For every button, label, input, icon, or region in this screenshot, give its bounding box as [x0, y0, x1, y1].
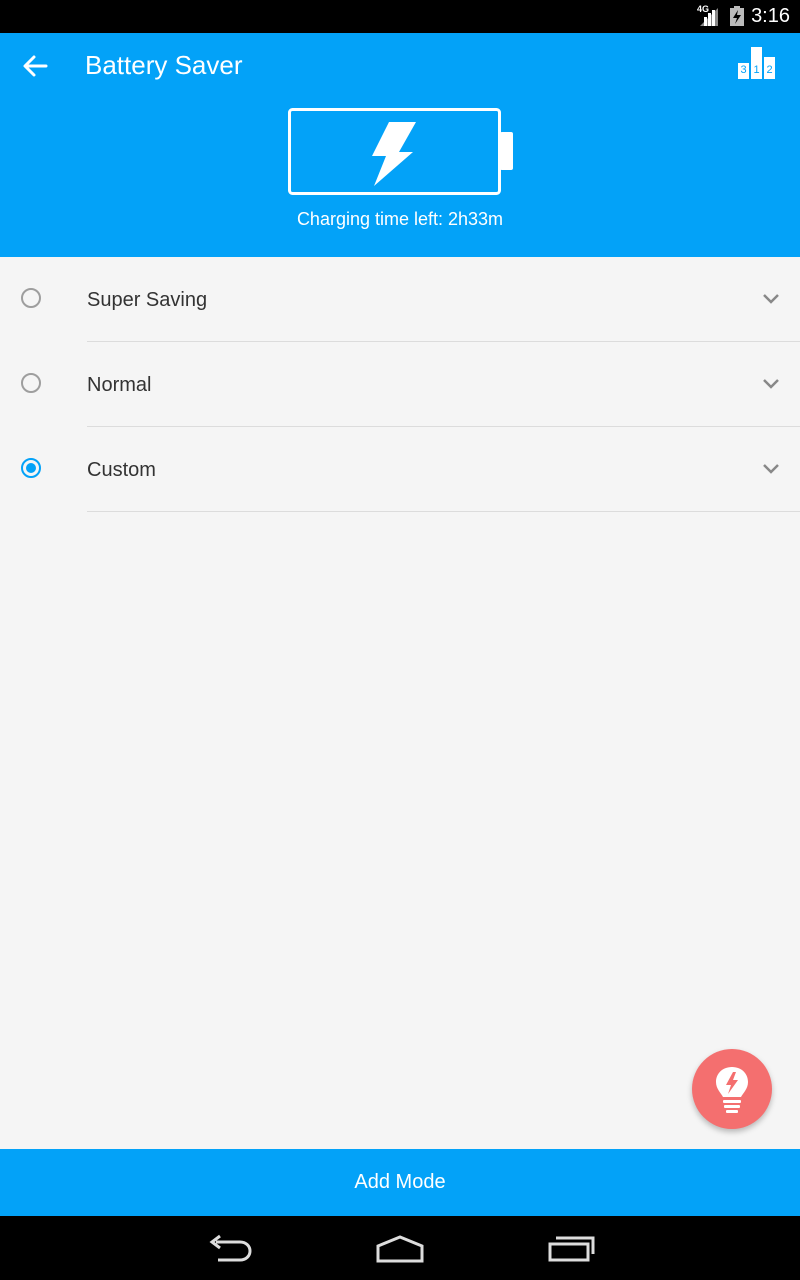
recents-nav-icon[interactable] — [546, 1234, 596, 1264]
radio-button[interactable] — [21, 373, 41, 393]
charging-battery-icon — [288, 108, 513, 195]
chevron-down-icon[interactable] — [762, 293, 780, 305]
radio-button[interactable] — [21, 288, 41, 308]
add-mode-button[interactable]: Add Mode — [0, 1149, 800, 1216]
signal-icon — [700, 8, 718, 26]
app-header: Battery Saver 3 1 2 Charging time left: … — [0, 33, 800, 257]
rank-bar-1: 1 — [751, 47, 762, 79]
mode-item-custom[interactable]: Custom — [0, 427, 800, 512]
lightbulb-bolt-icon — [716, 1067, 748, 1113]
mode-label: Super Saving — [87, 289, 208, 311]
arrow-back-icon[interactable] — [18, 51, 52, 81]
mode-label: Custom — [87, 459, 156, 481]
page-title: Battery Saver — [85, 50, 243, 80]
mode-item-super-saving[interactable]: Super Saving — [0, 257, 800, 342]
radio-button-selected[interactable] — [21, 458, 41, 478]
chevron-down-icon[interactable] — [762, 463, 780, 475]
mode-list: Super Saving Normal Custom — [0, 257, 800, 512]
clock: 3:16 — [751, 5, 790, 27]
home-nav-icon[interactable] — [375, 1234, 425, 1264]
mode-label: Normal — [87, 374, 152, 396]
leaderboard-icon[interactable]: 3 1 2 — [738, 47, 778, 79]
divider — [87, 511, 800, 512]
mode-item-normal[interactable]: Normal — [0, 342, 800, 427]
rank-bar-2: 2 — [764, 57, 775, 79]
charging-time-label: Charging time left: 2h33m — [296, 209, 504, 229]
system-nav-bar — [0, 1216, 800, 1280]
tips-fab-button[interactable] — [692, 1049, 772, 1129]
back-nav-icon[interactable] — [206, 1234, 254, 1264]
chevron-down-icon[interactable] — [762, 378, 780, 390]
status-bar: 4G 3:16 — [0, 0, 800, 33]
rank-bar-3: 3 — [738, 63, 749, 79]
battery-status-icon — [730, 6, 744, 26]
